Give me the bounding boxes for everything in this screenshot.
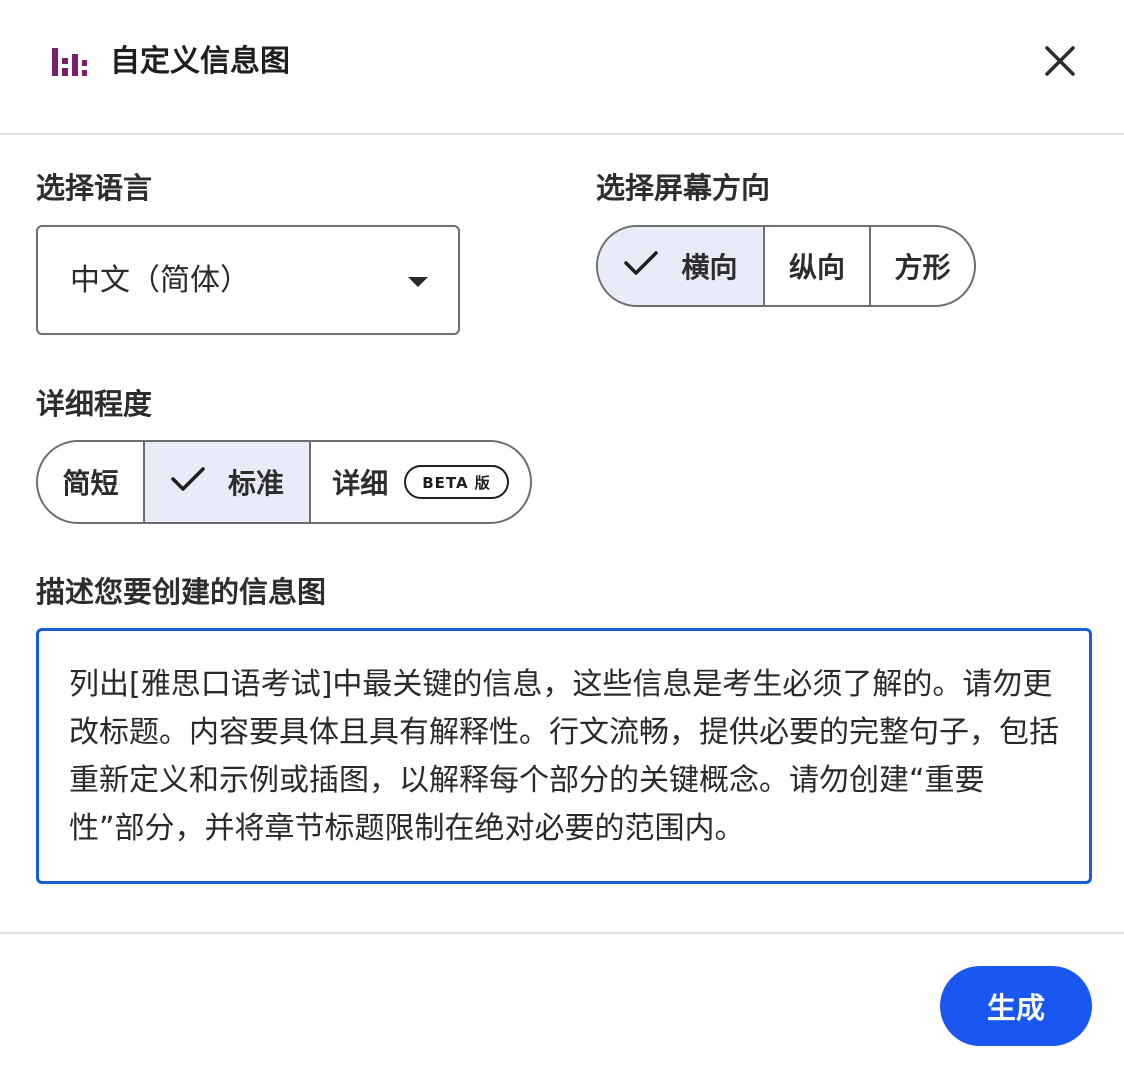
detail-level-segmented-control: 简短 标准 详细 BETA 版 bbox=[36, 440, 532, 524]
checkmark-icon bbox=[623, 249, 659, 284]
caret-down-icon bbox=[408, 277, 428, 287]
infographic-bars-icon bbox=[50, 46, 88, 78]
dialog-header: 自定义信息图 bbox=[0, 0, 1124, 134]
language-select-value: 中文（简体） bbox=[70, 263, 250, 298]
close-icon bbox=[1044, 45, 1076, 81]
detail-option-brief[interactable]: 简短 bbox=[38, 442, 145, 522]
description-textarea[interactable]: 列出[雅思口语考试]中最关键的信息，这些信息是考生必须了解的。请勿更改标题。内容… bbox=[36, 628, 1092, 884]
language-label: 选择语言 bbox=[36, 171, 153, 205]
detail-option-label: 标准 bbox=[227, 467, 284, 500]
orientation-segmented-control: 横向 纵向 方形 bbox=[596, 225, 976, 307]
footer-divider bbox=[0, 932, 1124, 934]
header-divider bbox=[0, 133, 1124, 135]
detail-level-label: 详细程度 bbox=[36, 387, 153, 421]
orientation-option-portrait[interactable]: 纵向 bbox=[765, 227, 871, 305]
orientation-option-square[interactable]: 方形 bbox=[871, 227, 974, 305]
orientation-option-label: 纵向 bbox=[788, 251, 845, 284]
orientation-option-label: 方形 bbox=[894, 251, 951, 284]
checkmark-icon bbox=[170, 465, 206, 500]
language-select[interactable]: 中文（简体） bbox=[36, 225, 460, 335]
orientation-label: 选择屏幕方向 bbox=[596, 171, 771, 205]
customize-infographic-dialog: 自定义信息图 选择语言 中文（简体） 选择屏幕方向 横向 纵向 方形 详细程度 … bbox=[0, 0, 1124, 1076]
description-label: 描述您要创建的信息图 bbox=[36, 575, 327, 609]
detail-option-label: 简短 bbox=[62, 467, 119, 500]
detail-option-label: 详细 bbox=[332, 467, 389, 500]
detail-option-standard[interactable]: 标准 bbox=[145, 442, 311, 522]
orientation-option-label: 横向 bbox=[681, 251, 738, 284]
dialog-title: 自定义信息图 bbox=[110, 44, 290, 79]
detail-option-detailed[interactable]: 详细 BETA 版 bbox=[311, 442, 530, 522]
close-button[interactable] bbox=[1034, 37, 1086, 89]
beta-badge: BETA 版 bbox=[404, 465, 509, 499]
generate-button[interactable]: 生成 bbox=[940, 966, 1092, 1046]
orientation-option-landscape[interactable]: 横向 bbox=[598, 227, 765, 305]
